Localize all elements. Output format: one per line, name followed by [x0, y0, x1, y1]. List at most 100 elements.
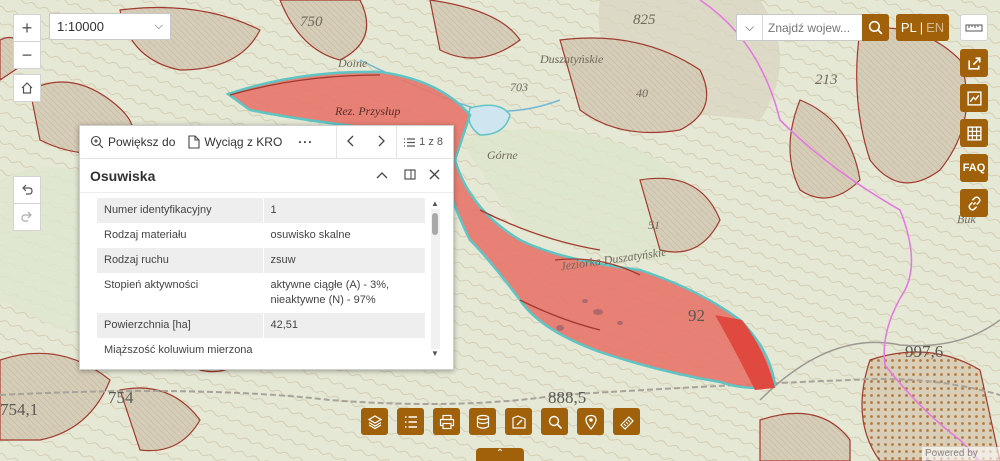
scale-select[interactable]: 1:10000 ⌵ [49, 13, 171, 40]
attribute-value: zsuw [263, 248, 425, 273]
paging-label: 1 z 8 [419, 136, 443, 148]
attribute-value: 1 [263, 198, 425, 223]
map-label: 703 [510, 80, 528, 94]
database-button[interactable] [469, 408, 496, 435]
search-button[interactable] [862, 14, 889, 41]
list-icon [404, 137, 416, 147]
toolbar-expand-button[interactable]: ⌃ [476, 448, 524, 461]
database-icon [476, 414, 489, 429]
attribute-value [263, 338, 425, 363]
extract-action[interactable]: Wyciąg z KRO [188, 135, 282, 149]
legend-button[interactable] [397, 408, 424, 435]
zoom-in-button[interactable]: + [13, 14, 41, 42]
print-icon [439, 414, 454, 429]
link-button[interactable] [960, 189, 988, 217]
lang-separator: | [919, 20, 924, 35]
next-feature-button[interactable] [376, 135, 390, 147]
attribute-key: Stopień aktywności [97, 273, 264, 313]
map-label: Doine [338, 56, 368, 70]
close-icon [429, 169, 440, 180]
redo-button[interactable] [13, 203, 41, 231]
zoom-to-action[interactable]: Powiększ do [90, 135, 175, 149]
search-input[interactable] [768, 20, 868, 35]
scroll-up-icon[interactable]: ▲ [431, 199, 439, 208]
measure-button[interactable] [960, 14, 988, 41]
measure-tool-icon [619, 415, 634, 430]
share-icon [967, 56, 981, 70]
map-label: 92 [688, 306, 705, 325]
scroll-down-icon[interactable]: ▼ [431, 349, 439, 358]
faq-icon: FAQ [962, 162, 986, 174]
more-actions-button[interactable]: ··· [298, 135, 313, 149]
redo-icon [21, 211, 32, 222]
popup-actions: Powiększ do Wyciąg z KRO ··· 1 z 8 [80, 126, 453, 159]
scroll-thumb[interactable] [432, 213, 438, 235]
map-label: 754,1 [0, 400, 39, 419]
search-source-dropdown[interactable]: ⌵ [737, 15, 763, 40]
popup-scrollbar[interactable]: ▲ ▼ [431, 199, 440, 359]
language-switch[interactable]: PL | EN [896, 14, 949, 41]
attribute-key: Miąższość koluwium mierzona [97, 338, 264, 363]
lang-en[interactable]: EN [926, 20, 944, 35]
chevron-up-icon [376, 172, 388, 179]
attribute-value: 42,51 [263, 313, 425, 338]
location-button[interactable] [577, 408, 604, 435]
table-icon [966, 125, 982, 141]
share-button[interactable] [960, 49, 988, 77]
location-icon [584, 414, 597, 430]
chevron-left-icon [347, 135, 354, 147]
feature-paging[interactable]: 1 z 8 [403, 136, 443, 148]
map-label: 997,6 [905, 342, 944, 361]
more-icon: ··· [298, 135, 314, 149]
faq-button[interactable]: FAQ [960, 154, 988, 182]
close-button[interactable] [429, 168, 440, 183]
undo-button[interactable] [13, 176, 41, 204]
map-label: 750 [300, 14, 323, 30]
dock-button[interactable] [404, 168, 416, 183]
map-label: 754 [108, 388, 134, 407]
previous-feature-button[interactable] [346, 135, 360, 147]
lang-pl[interactable]: PL [901, 20, 917, 35]
minus-icon: − [21, 44, 33, 65]
chevron-down-icon: ⌵ [154, 20, 163, 32]
attribute-value: aktywne ciągłe (A) - 3%, nieaktywne (N) … [270, 279, 390, 306]
chevron-right-icon [378, 135, 385, 147]
layers-icon [367, 414, 382, 429]
dock-icon [404, 169, 416, 180]
popup-header: Osuwiska [80, 159, 453, 193]
search-icon [868, 20, 883, 35]
table-row: Rodzaj materiału osuwisko skalne [97, 223, 425, 248]
zoom-in-icon [90, 135, 104, 149]
draw-button[interactable] [505, 408, 532, 435]
map-export-button[interactable] [960, 84, 988, 112]
draw-icon [511, 414, 526, 429]
map-label: Duszatyńskie [540, 52, 604, 66]
attribute-key: Numer identyfikacyjny [97, 198, 264, 223]
map-label: 213 [815, 72, 838, 88]
map-label: Rez. Przysłup [335, 104, 401, 118]
link-icon [967, 195, 981, 211]
search-tool-button[interactable] [541, 408, 568, 435]
table-button[interactable] [960, 119, 988, 147]
print-button[interactable] [433, 408, 460, 435]
map-label: Górne [487, 148, 518, 162]
table-row: Numer identyfikacyjny 1 [97, 198, 425, 223]
layers-button[interactable] [361, 408, 388, 435]
home-button[interactable] [13, 74, 41, 102]
attribute-key: Powierzchnia [ha] [97, 313, 264, 338]
home-icon [21, 82, 33, 94]
collapse-button[interactable] [376, 168, 388, 183]
attribute-key: Rodzaj ruchu [97, 248, 264, 273]
zoom-out-button[interactable]: − [13, 41, 41, 69]
attribution[interactable]: Powered by Esri [922, 447, 1000, 461]
feature-popup[interactable]: Powiększ do Wyciąg z KRO ··· 1 z 8 Osuwi… [79, 125, 454, 370]
attribute-value: osuwisko skalne [270, 229, 351, 241]
measure-tool-button[interactable] [613, 408, 640, 435]
legend-icon [404, 415, 417, 428]
chevron-up-icon: ⌃ [495, 448, 505, 459]
table-row: Rodzaj ruchu zsuw [97, 248, 425, 273]
zoom-to-label: Powiększ do [108, 135, 176, 149]
extract-label: Wyciąg z KRO [204, 135, 283, 149]
table-row: Miąższość koluwium mierzona [97, 338, 425, 363]
measure-icon [965, 24, 983, 31]
